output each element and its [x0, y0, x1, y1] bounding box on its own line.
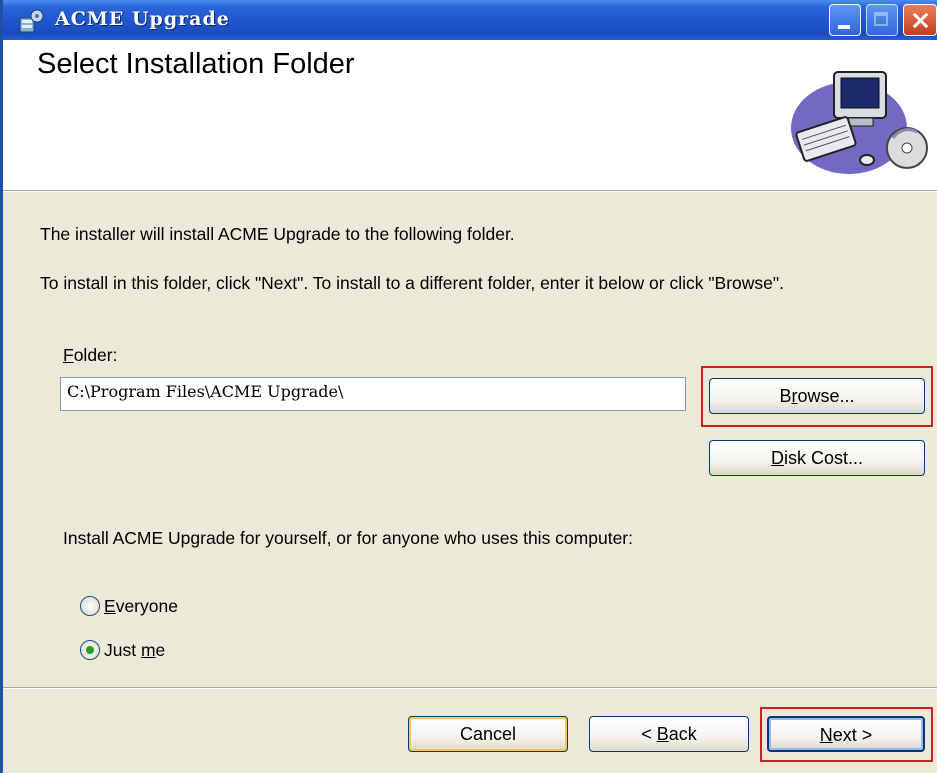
radio-just-me[interactable] — [80, 640, 100, 660]
back-label-rest: ack — [668, 724, 697, 744]
minimize-button[interactable] — [829, 4, 861, 36]
back-button[interactable]: < Back — [589, 716, 749, 752]
maximize-button — [866, 4, 898, 36]
intro-line-1: The installer will install ACME Upgrade … — [40, 224, 515, 244]
close-button[interactable] — [903, 4, 937, 36]
just-me-pre: Just — [104, 640, 141, 660]
folder-label-rest: older: — [73, 345, 118, 365]
installer-window: ACME Upgrade Select Installation Folder … — [0, 0, 937, 773]
cancel-button[interactable]: Cancel — [408, 716, 568, 752]
next-highlight-box — [760, 707, 933, 762]
folder-label-mnemonic: F — [63, 345, 74, 365]
back-label-pre: < — [641, 724, 657, 744]
computer-setup-icon — [791, 71, 928, 174]
install-for-question: Install ACME Upgrade for yourself, or fo… — [63, 528, 633, 548]
everyone-mnemonic: E — [104, 596, 116, 616]
intro-line-2: To install in this folder, click "Next".… — [40, 273, 784, 293]
disk-cost-button[interactable]: Disk Cost... — [709, 440, 925, 476]
installer-app-icon — [19, 9, 44, 33]
browse-highlight-box — [701, 366, 933, 427]
folder-label: Folder: — [63, 345, 117, 366]
everyone-label-rest: veryone — [115, 596, 178, 616]
radio-everyone[interactable] — [80, 596, 100, 616]
folder-path-input[interactable]: C:\Program Files\ACME Upgrade\ — [60, 377, 686, 411]
disk-cost-mnemonic: D — [770, 448, 784, 468]
radio-everyone-label[interactable]: Everyone — [104, 596, 178, 617]
just-me-rest: e — [155, 640, 166, 660]
just-me-mnemonic: m — [140, 640, 156, 660]
radio-just-me-label[interactable]: Just me — [104, 640, 165, 661]
title-bar[interactable]: ACME Upgrade — [3, 0, 937, 40]
page-title: Select Installation Folder — [37, 48, 355, 80]
window-title: ACME Upgrade — [55, 8, 230, 30]
disk-cost-label: isk Cost... — [783, 448, 863, 468]
header-divider — [3, 191, 937, 192]
back-mnemonic: B — [656, 724, 669, 744]
footer-divider-highlight — [3, 688, 937, 689]
